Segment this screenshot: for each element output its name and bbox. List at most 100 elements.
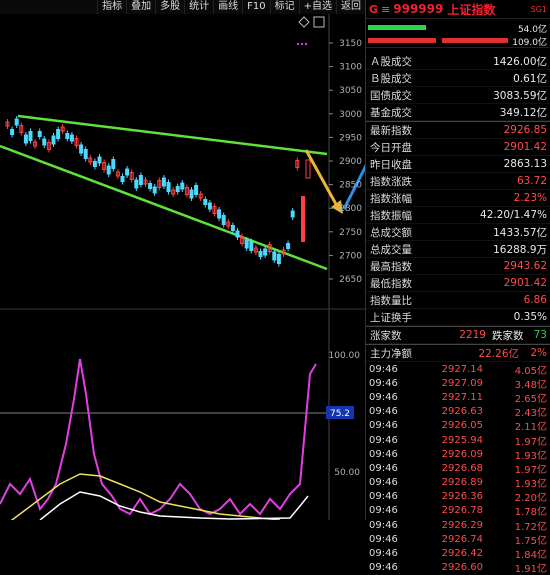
stat-value: 2926.85 (430, 124, 550, 136)
stat-value: 16288.9万 (430, 242, 550, 257)
stat-row: 最低指数2901.42 (366, 275, 550, 292)
stat-row: 国债成交3083.59亿 (366, 87, 550, 104)
toolbar-item-3[interactable]: 统计 (184, 0, 213, 14)
menu-icon[interactable]: ≡ (381, 3, 390, 16)
stat-label: 指数涨幅 (366, 191, 430, 206)
diamond-icon[interactable] (299, 17, 309, 27)
trade-time: 09:46 (366, 364, 413, 375)
trade-row: 09:462927.144.05亿 (366, 362, 550, 376)
price-tick-2750: 2750 (339, 228, 362, 238)
price-tick-2850: 2850 (339, 181, 362, 191)
stat-label: 国债成交 (366, 88, 430, 103)
trade-price: 2926.78 (413, 505, 483, 516)
price-axis: 3150310030503000295029002850280027502700… (329, 39, 362, 285)
price-tick-3150: 3150 (339, 39, 362, 49)
trade-price: 2927.11 (413, 392, 483, 403)
toolbar-item-4[interactable]: 画线 (213, 0, 242, 14)
stat-row: 昨日收盘2863.13 (366, 156, 550, 173)
trade-time: 09:46 (366, 406, 413, 417)
trade-volume: 2.43亿 (483, 404, 550, 419)
trade-volume: 1.93亿 (483, 447, 550, 462)
up-count: 2219 (430, 329, 486, 341)
volume-bars: 54.0亿 109.0亿 (366, 19, 550, 48)
trade-volume: 1.84亿 (483, 546, 550, 561)
trade-time: 09:46 (366, 534, 413, 545)
trade-volume: 1.91亿 (483, 560, 550, 575)
price-tick-3000: 3000 (339, 110, 362, 120)
trade-volume: 1.97亿 (483, 461, 550, 476)
stat-value: 0.35% (430, 311, 550, 323)
netflow-value: 22.26亿 (430, 346, 519, 361)
chart-toolbar: 指标叠加多股统计画线F10标记+自选返回 (0, 0, 365, 14)
trade-price: 2927.09 (413, 378, 483, 389)
stats-table: Ａ股成交1426.00亿Ｂ股成交0.61亿国债成交3083.59亿基金成交349… (366, 48, 550, 326)
stat-label: 今日开盘 (366, 140, 430, 155)
trade-volume: 3.48亿 (483, 376, 550, 391)
chart-settings-icons[interactable] (297, 17, 324, 45)
trade-time: 09:46 (366, 562, 413, 573)
trade-row: 09:462926.362.20亿 (366, 490, 550, 504)
trade-row: 09:462926.291.72亿 (366, 518, 550, 532)
trade-price: 2926.74 (413, 534, 483, 545)
trade-price: 2926.09 (413, 449, 483, 460)
trade-row: 09:462926.632.43亿 (366, 405, 550, 419)
stat-value: 6.86 (430, 294, 550, 306)
trade-row: 09:462926.891.93亿 (366, 476, 550, 490)
stat-label: 上证换手 (366, 310, 430, 325)
trade-price: 2926.68 (413, 463, 483, 474)
indicator-tick-100: 100.00 (329, 351, 361, 361)
brand-logo: G (369, 3, 378, 16)
stat-label: 指数振幅 (366, 208, 430, 223)
toolbar-item-2[interactable]: 多股 (155, 0, 184, 14)
trade-price: 2926.89 (413, 477, 483, 488)
trade-time: 09:46 (366, 548, 413, 559)
trade-time: 09:46 (366, 435, 413, 446)
toolbar-item-1[interactable]: 叠加 (126, 0, 155, 14)
candlestick-series (6, 116, 310, 267)
volume-bar-red (368, 38, 436, 43)
stat-row: 最新指数2926.85 (366, 121, 550, 139)
toolbar-item-7[interactable]: +自选 (299, 0, 336, 14)
trade-list: 09:462927.144.05亿09:462927.093.48亿09:462… (366, 362, 550, 575)
trade-time: 09:46 (366, 477, 413, 488)
toolbar-item-0[interactable]: 指标 (97, 0, 126, 14)
window-icon[interactable] (314, 17, 324, 27)
candle-latest (306, 160, 310, 178)
stat-row: 指数振幅42.20/1.47% (366, 207, 550, 224)
trade-row: 09:462927.112.65亿 (366, 390, 550, 404)
trade-row: 09:462926.601.91亿 (366, 561, 550, 575)
magenta-indicator-line (0, 359, 316, 514)
stat-label: 总成交额 (366, 225, 430, 240)
trade-price: 2926.36 (413, 491, 483, 502)
stat-row: Ａ股成交1426.00亿 (366, 53, 550, 70)
toolbar-item-6[interactable]: 标记 (270, 0, 299, 14)
trade-volume: 2.11亿 (483, 418, 550, 433)
trade-row: 09:462926.421.84亿 (366, 546, 550, 560)
stat-row: 今日开盘2901.42 (366, 139, 550, 156)
trade-time: 09:46 (366, 392, 413, 403)
toolbar-item-8[interactable]: 返回 (336, 0, 365, 14)
stat-row: 指数量比6.86 (366, 292, 550, 309)
quote-titlebar: G ≡ 999999 上证指数 SG1 (366, 0, 550, 19)
toolbar-item-5[interactable]: F10 (242, 0, 269, 14)
trade-price: 2926.42 (413, 548, 483, 559)
stat-value: 1433.57亿 (430, 225, 550, 240)
trade-volume: 4.05亿 (483, 362, 550, 377)
trade-row: 09:462926.741.75亿 (366, 532, 550, 546)
trade-time: 09:46 (366, 378, 413, 389)
stock-code: 999999 (393, 2, 443, 16)
stat-value: 2901.42 (430, 277, 550, 289)
stat-value: 42.20/1.47% (430, 209, 550, 221)
stat-row: 指数涨跌63.72 (366, 173, 550, 190)
stat-label: Ａ股成交 (366, 54, 430, 69)
stat-value: 2943.62 (430, 260, 550, 272)
kline-chart[interactable]: 3150310030503000295029002850280027502700… (0, 14, 365, 520)
stock-name: 上证指数 (447, 1, 495, 18)
trade-price: 2925.94 (413, 435, 483, 446)
stat-row: 上证换手0.35% (366, 309, 550, 326)
trade-time: 09:46 (366, 505, 413, 516)
price-tick-2950: 2950 (339, 133, 362, 143)
trade-row: 09:462926.781.78亿 (366, 504, 550, 518)
white-indicator-line (40, 492, 308, 520)
stat-row: 指数涨幅2.23% (366, 190, 550, 207)
